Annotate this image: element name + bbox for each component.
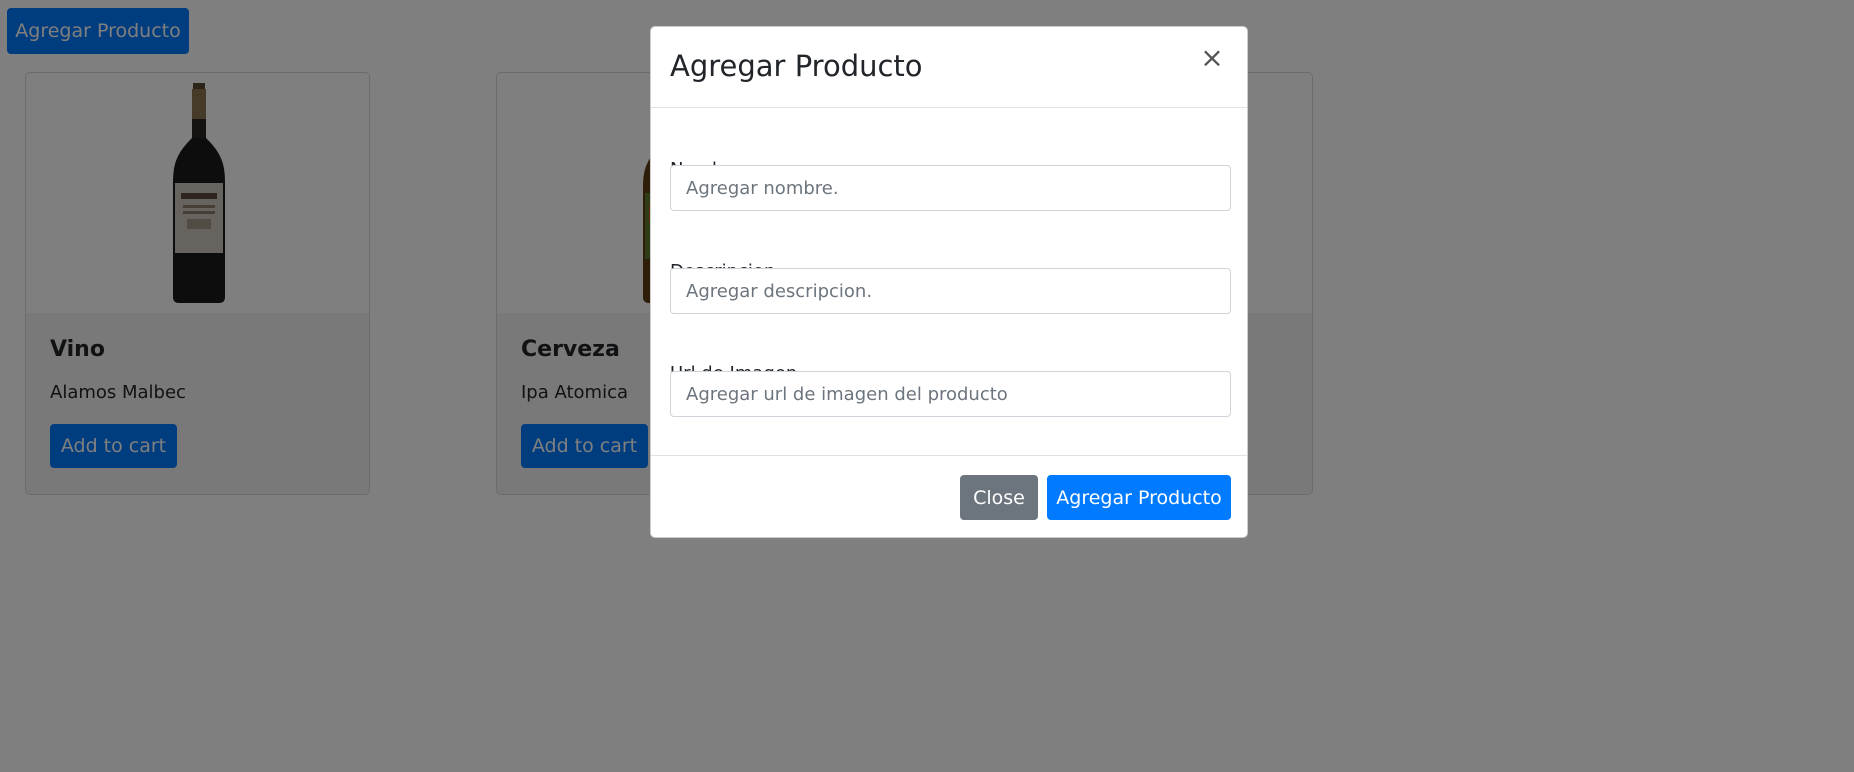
- modal-footer: Close Agregar Producto: [651, 455, 1247, 537]
- name-input[interactable]: [670, 165, 1231, 211]
- close-icon[interactable]: ×: [1197, 41, 1227, 75]
- close-button[interactable]: Close: [960, 475, 1038, 520]
- page: Agregar Producto Vino Alamos Malbec Add …: [0, 0, 1854, 772]
- modal-title: Agregar Producto: [670, 49, 923, 83]
- submit-product-button[interactable]: Agregar Producto: [1047, 475, 1231, 520]
- add-product-modal: Agregar Producto × Nombre Descripcion Ur…: [650, 26, 1248, 538]
- image-url-input[interactable]: [670, 371, 1231, 417]
- description-input[interactable]: [670, 268, 1231, 314]
- modal-header: Agregar Producto ×: [651, 27, 1247, 108]
